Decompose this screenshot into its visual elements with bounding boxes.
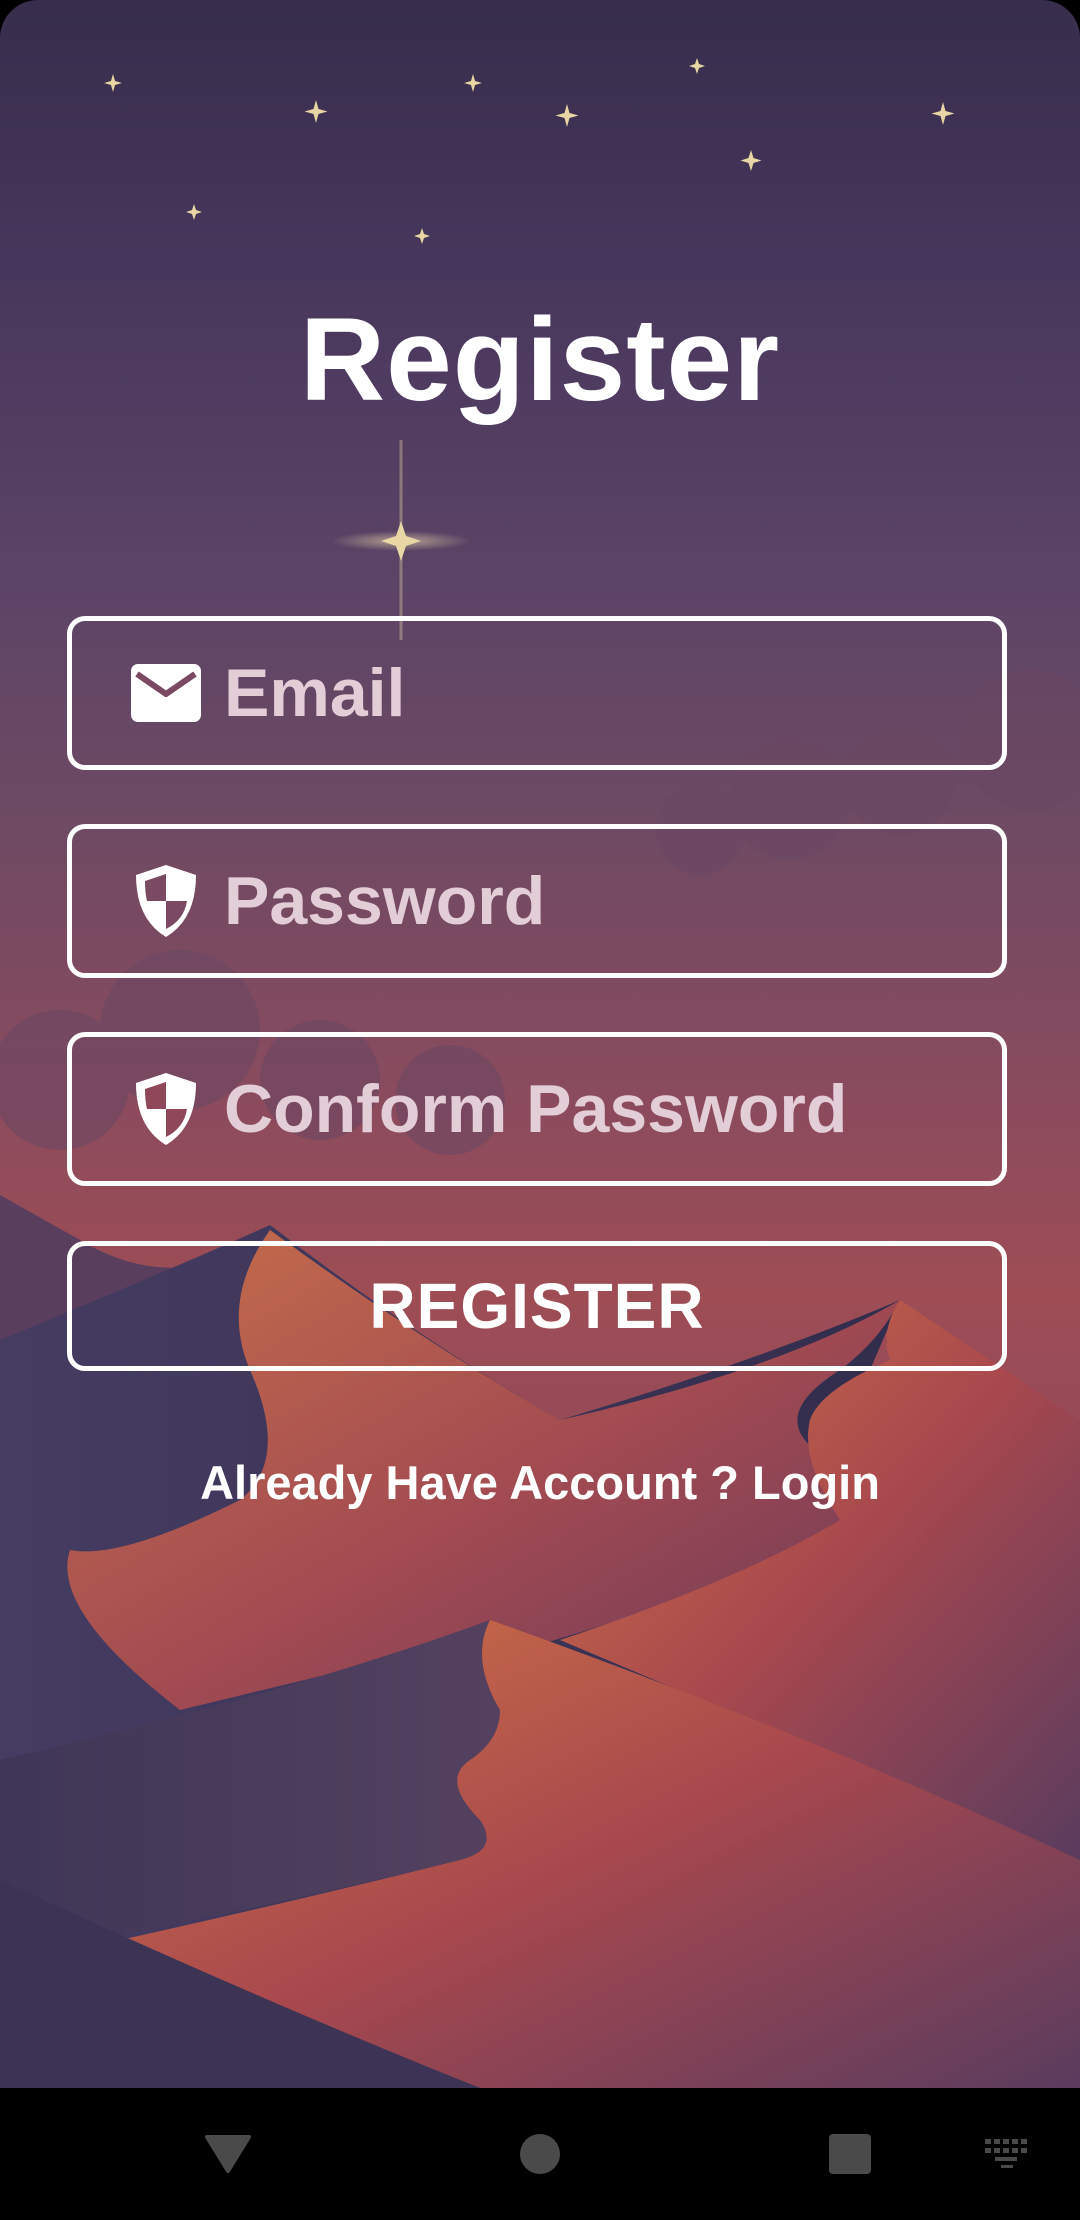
register-screen: Register Email Password Conform Password… [0,0,1080,2088]
email-field[interactable]: Email [67,616,1007,770]
email-placeholder: Email [224,655,406,731]
stars [104,58,955,244]
shield-icon [130,1073,202,1145]
home-button[interactable] [480,2088,600,2220]
password-field[interactable]: Password [67,824,1007,978]
password-placeholder: Password [224,863,546,939]
bright-star [331,440,471,640]
keyboard-switch-button[interactable] [947,2088,1067,2220]
page-title: Register [299,294,781,426]
triangle-back-icon [205,2135,251,2173]
back-button[interactable] [168,2088,288,2220]
shield-icon [130,865,202,937]
register-button[interactable]: REGISTER [67,1241,1007,1371]
recents-button[interactable] [790,2088,910,2220]
square-recents-icon [829,2134,871,2174]
login-link[interactable]: Already Have Account ? Login [0,1455,1080,1510]
circle-home-icon [520,2134,560,2174]
keyboard-icon [985,2139,1027,2168]
envelope-icon [130,657,202,729]
confirm-password-field[interactable]: Conform Password [67,1032,1007,1186]
confirm-password-placeholder: Conform Password [224,1071,848,1147]
system-navigation-bar [0,2088,1080,2220]
